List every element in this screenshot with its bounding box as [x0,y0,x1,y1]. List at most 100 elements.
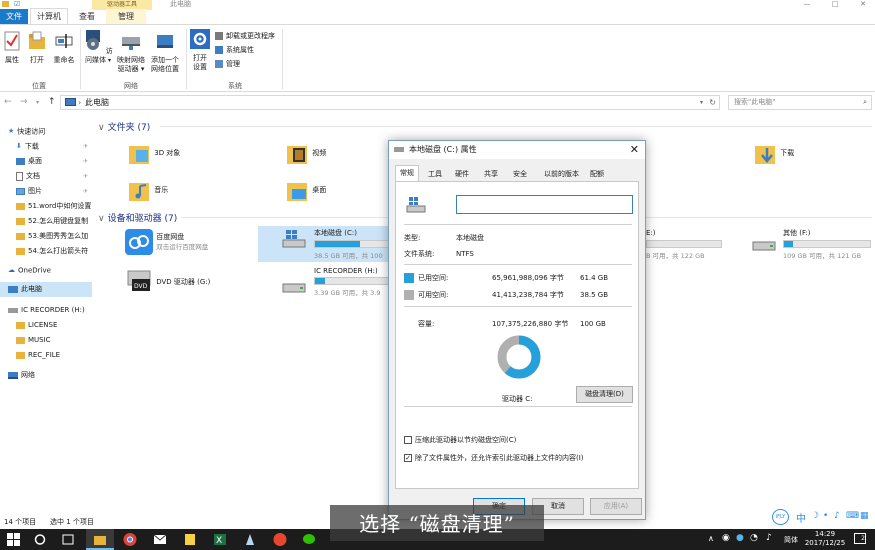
open-settings-button[interactable]: 打开 设置 [188,29,212,72]
close-button[interactable]: ✕ [856,0,870,9]
refresh-icon[interactable]: ↻ [709,96,716,109]
dialog-tab-quota[interactable]: 配额 [586,167,608,181]
drive-f-icon-wrap[interactable] [752,240,778,254]
toolbox-icon[interactable]: ▦ [860,511,869,521]
folders-section-header[interactable]: ∨ 文件夹 (7) [98,120,150,133]
file-explorer-icon[interactable] [92,532,108,547]
volume-icon[interactable]: ♪ [766,533,772,543]
nav-recent-folder[interactable]: 51.word中如何设置 [0,199,92,214]
index-checkbox[interactable]: ✓ [404,454,412,462]
drive-c[interactable] [282,228,308,250]
excel-icon[interactable]: X [212,532,228,547]
pin-icon[interactable]: ✈ [83,154,88,169]
nav-recent-folder[interactable]: 52.怎么用键盘复制 [0,214,92,229]
breadcrumb-path[interactable]: 此电脑 [85,98,109,107]
tab-manage[interactable]: 管理 [106,9,146,24]
drive-h-name[interactable]: IC RECORDER (H:) [314,266,378,276]
add-network-location-button[interactable]: 添加一个 网络位置 [148,33,182,74]
map-network-drive-button[interactable]: 映射网络 驱动器 ▾ [114,33,148,74]
minimize-button[interactable]: — [800,0,814,9]
nav-documents[interactable]: 文档 ✈ [0,169,92,184]
nav-recent-folder[interactable]: 53.美图秀秀怎么加 [0,229,92,244]
punctuation-icon[interactable]: • [823,511,828,521]
baidu-netdisk[interactable]: 百度网盘 双击运行百度网盘 [124,228,208,256]
back-button[interactable]: ← [4,97,12,107]
ime-chinese-mode[interactable]: 中 [796,510,806,525]
dialog-tab-sharing[interactable]: 共享 [480,167,502,181]
nav-license-folder[interactable]: LICENSE [0,318,92,333]
chrome-icon[interactable] [122,532,138,547]
drive-e-name[interactable]: E:) [646,228,656,238]
drive-h-icon-wrap[interactable] [282,282,308,296]
nav-ic-recorder[interactable]: IC RECORDER (H:) [0,303,92,318]
pin-icon[interactable]: ✈ [83,139,88,154]
dialog-tab-security[interactable]: 安全 [509,167,531,181]
nav-desktop[interactable]: 桌面 ✈ [0,154,92,169]
notification-center-icon[interactable]: 2 [854,533,866,544]
manage-button[interactable]: 管理 [215,59,240,70]
uninstall-program-button[interactable]: 卸载或更改程序 [215,31,275,42]
dialog-tab-general[interactable]: 常规 [395,165,419,182]
open-button[interactable]: 打开 [26,31,48,65]
tab-file[interactable]: 文件 [0,9,28,24]
nav-quick-access[interactable]: ★ 快速访问 [0,124,92,139]
pin-icon[interactable]: ✈ [83,169,88,184]
nav-pictures[interactable]: 图片 ✈ [0,184,92,199]
folder-3d-objects[interactable]: 3D 对象 [128,140,180,166]
dialog-tab-previous-versions[interactable]: 以前的版本 [540,167,583,181]
properties-button[interactable]: 属性 [2,31,22,65]
tray-app-icon[interactable]: ● [736,533,744,543]
drive-f-name[interactable]: 其他 (F:) [783,228,811,238]
dialog-tab-hardware[interactable]: 硬件 [451,167,473,181]
forward-button[interactable]: → [20,97,28,107]
pin-icon[interactable]: ✈ [83,184,88,199]
dialog-close-button[interactable]: ✕ [630,141,639,159]
wifi-icon[interactable]: ◔ [750,533,758,543]
moon-icon[interactable]: ☽ [811,511,819,521]
nav-this-pc[interactable]: 此电脑 [0,282,92,297]
360-browser-icon[interactable] [272,532,288,547]
sticky-notes-icon[interactable] [182,532,198,547]
address-dropdown-chevron[interactable]: ▾ [700,96,703,109]
apply-button[interactable]: 应用(A) [590,498,642,515]
dvd-drive-g[interactable]: DVD DVD 驱动器 (G:) [126,269,210,295]
voice-icon[interactable]: ♪ [834,511,840,521]
nav-rec-file-folder[interactable]: REC_FILE [0,348,92,363]
search-circle-icon[interactable] [32,532,48,547]
maximize-button[interactable]: □ [828,0,842,9]
compress-checkbox-row[interactable]: 压缩此驱动器以节约磁盘空间(C) [404,435,516,445]
system-properties-button[interactable]: 系统属性 [215,45,254,56]
tray-overflow-chevron[interactable]: ∧ [708,534,714,543]
windows-start-icon[interactable] [6,532,22,547]
recent-locations-chevron[interactable]: ▾ [36,99,39,106]
nav-network[interactable]: 网络 [0,368,92,383]
rename-button[interactable]: 重命名 [50,31,78,65]
task-view-icon[interactable] [60,532,76,547]
tab-view[interactable]: 查看 [70,9,104,24]
nav-downloads[interactable]: ⬇ 下载 ✈ [0,139,92,154]
nav-recent-folder[interactable]: 54.怎么打出箭头符 [0,244,92,259]
up-button[interactable]: ↑ [48,97,56,107]
tab-computer[interactable]: 计算机 [30,8,68,24]
search-input[interactable]: 搜索"此电脑" ⌕ [728,95,872,110]
clock[interactable]: 14:29 2017/12/25 [803,530,847,548]
app-icon[interactable] [242,532,258,547]
wechat-icon[interactable] [302,532,318,547]
keyboard-icon[interactable]: ⌨ [846,511,859,521]
drive-name-input[interactable] [456,195,633,214]
network-tray-icon[interactable]: ◉ [722,533,730,543]
folder-videos[interactable]: 视频 [286,140,326,166]
index-checkbox-row[interactable]: ✓ 除了文件属性外，还允许索引此驱动器上文件的内容(I) [404,453,584,463]
folder-downloads[interactable]: 下载 [754,140,794,166]
mail-icon[interactable] [152,532,168,547]
address-bar[interactable]: › 此电脑 ▾ ↻ [60,95,720,110]
access-media-button[interactable]: 访问媒体 ▾ [82,29,114,65]
checkmark-icon[interactable]: ☑ [14,0,20,8]
nav-music-folder[interactable]: MUSIC [0,333,92,348]
folder-music[interactable]: 音乐 [128,177,168,203]
disk-cleanup-button[interactable]: 磁盘清理(D) [576,386,633,403]
ime-toolbar[interactable]: iFLY 中 ☽ • ♪ ⌨ ▦ [770,508,874,526]
compress-checkbox[interactable] [404,436,412,444]
nav-onedrive[interactable]: ☁ OneDrive [0,263,92,278]
devices-section-header[interactable]: ∨ 设备和驱动器 (7) [98,211,177,224]
